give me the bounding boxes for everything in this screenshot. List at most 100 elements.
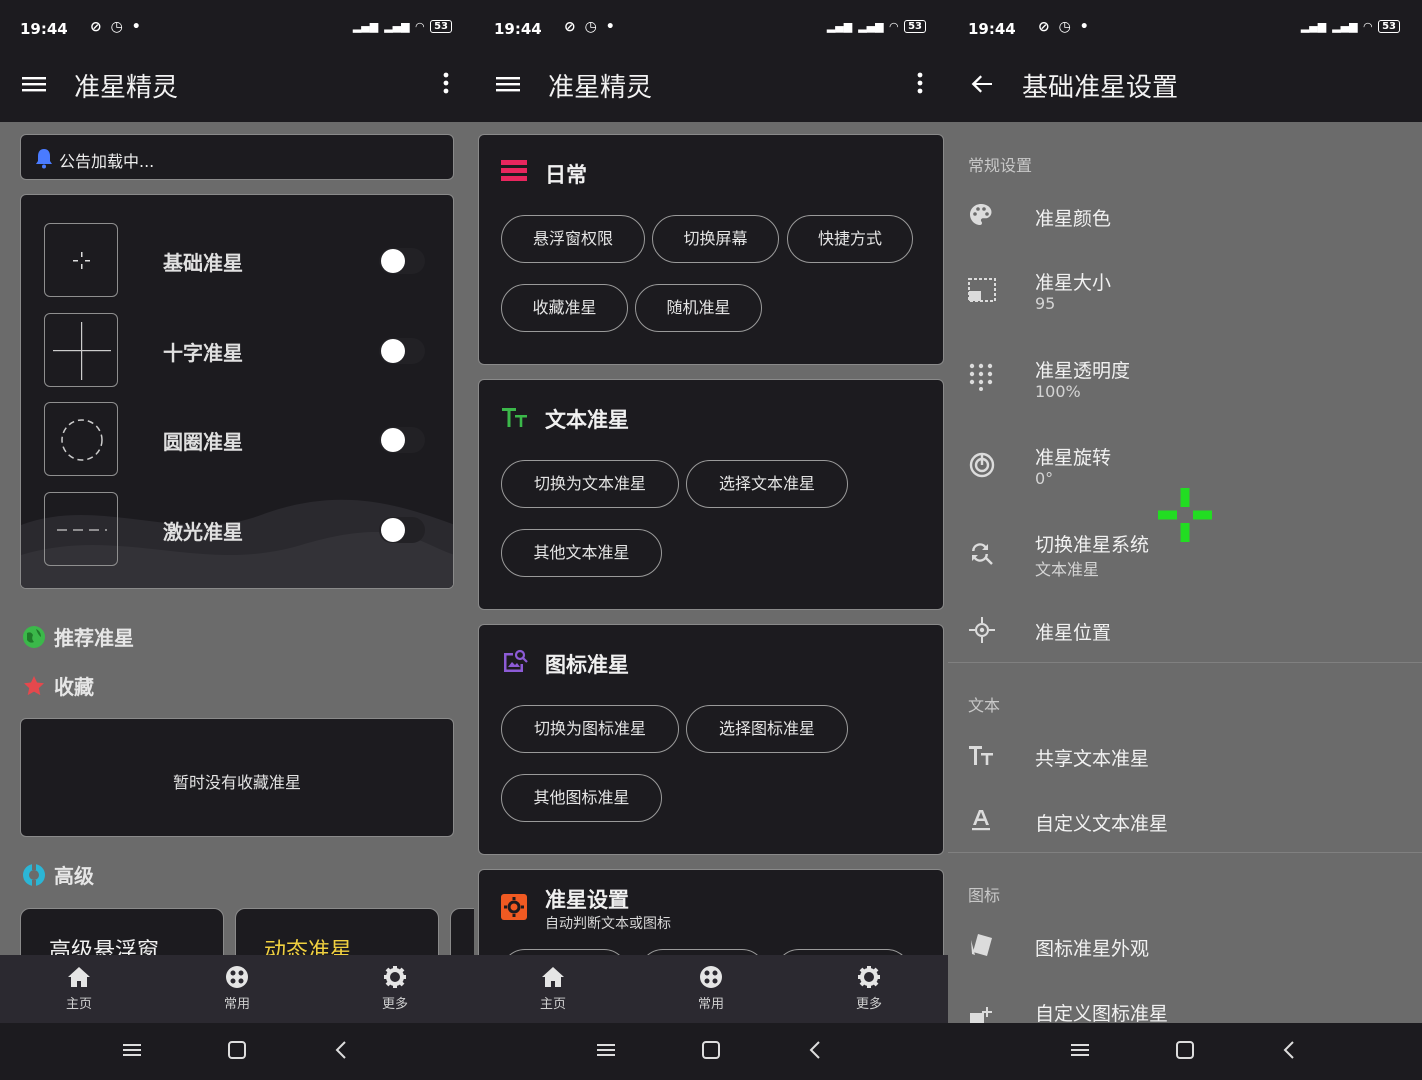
overlay-permission-chip[interactable]: 悬浮窗权限 xyxy=(501,215,645,263)
app-bar: 准星精灵 xyxy=(0,58,474,122)
category-text: 文本 xyxy=(968,696,1001,715)
switch-screen-chip[interactable]: 切换屏幕 xyxy=(652,215,779,263)
toggle-thumb xyxy=(381,428,405,452)
other-icon-aim-chip[interactable]: 其他图标准星 xyxy=(501,774,662,822)
globe-icon xyxy=(23,625,45,648)
aim-label: 基础准星 xyxy=(163,251,243,275)
pref-title: 准星颜色 xyxy=(1035,208,1112,230)
signal-icon: ▂▄▆ xyxy=(352,20,379,33)
icon-aim-card: 图标准星 切换为图标准星 选择图标准星 其他图标准星 xyxy=(478,624,944,855)
nav-label: 主页 xyxy=(539,997,566,1012)
notice-banner[interactable]: 公告加载中... xyxy=(20,134,454,180)
favorite-aim-chip[interactable]: 收藏准星 xyxy=(501,284,628,332)
menu-icon[interactable] xyxy=(20,70,48,98)
favorites-header: 收藏 xyxy=(22,671,94,700)
image-search-icon xyxy=(504,649,528,672)
pref-aim-size[interactable]: 准星大小 95 xyxy=(948,262,1422,328)
nav-home[interactable]: 主页 xyxy=(513,965,593,1012)
app-bar: 基础准星设置 xyxy=(948,58,1422,122)
recommended-label: 推荐准星 xyxy=(54,626,134,650)
recommended-header[interactable]: 推荐准星 xyxy=(22,622,134,651)
pref-summary: 0° xyxy=(1035,469,1054,488)
pref-aim-opacity[interactable]: 准星透明度 100% xyxy=(948,350,1422,416)
back-key-icon[interactable] xyxy=(1279,1039,1301,1061)
daily-card: 日常 悬浮窗权限 切换屏幕 快捷方式 收藏准星 随机准星 xyxy=(478,134,944,365)
settings-list: 常规设置 准星颜色 准星大小 95 准星透明度 100% 准星旋转 0° 切换准… xyxy=(948,122,1422,1025)
divider xyxy=(948,852,1422,853)
pref-title: 图标准星外观 xyxy=(1035,938,1150,960)
nav-home[interactable]: 主页 xyxy=(39,965,119,1012)
aim-row-circle[interactable]: 圆圈准星 xyxy=(21,402,453,490)
pref-summary: 文本准星 xyxy=(1035,560,1100,579)
app-title: 准星精灵 xyxy=(74,73,179,103)
pref-aim-position[interactable]: 准星位置 xyxy=(948,606,1422,654)
recents-icon[interactable] xyxy=(1069,1039,1091,1061)
back-key-icon[interactable] xyxy=(805,1039,827,1061)
bottom-navigation: 主页 常用 更多 xyxy=(474,955,948,1023)
aim-row-basic[interactable]: 基础准星 xyxy=(21,223,453,311)
recents-icon[interactable] xyxy=(121,1039,143,1061)
more-vert-icon[interactable] xyxy=(910,70,930,96)
select-text-aim-chip[interactable]: 选择文本准星 xyxy=(686,460,848,508)
status-bar: 19:44 ⊘ ◷ • ▂▄▆ ▂▄▆ ◠ 53 xyxy=(474,0,948,58)
aim-row-cross[interactable]: 十字准星 xyxy=(21,313,453,401)
back-key-icon[interactable] xyxy=(331,1039,353,1061)
aim-row-laser[interactable]: 激光准星 xyxy=(21,492,453,580)
category-general: 常规设置 xyxy=(968,156,1033,175)
laser-aim-toggle[interactable] xyxy=(379,517,425,543)
back-arrow-icon[interactable] xyxy=(968,70,996,98)
recents-icon[interactable] xyxy=(595,1039,617,1061)
pref-aim-color[interactable]: 准星颜色 xyxy=(948,192,1422,240)
card-title: 日常 xyxy=(545,163,587,187)
basic-aim-toggle[interactable] xyxy=(379,248,425,274)
card-title: 文本准星 xyxy=(545,408,629,432)
nav-label: 更多 xyxy=(855,997,882,1012)
wifi-icon: ◠ xyxy=(889,20,899,33)
overlay-crosshair-icon[interactable] xyxy=(1156,486,1214,544)
screen-title: 基础准星设置 xyxy=(1022,73,1179,103)
switch-text-aim-chip[interactable]: 切换为文本准星 xyxy=(501,460,679,508)
home-key-icon[interactable] xyxy=(226,1039,248,1061)
wifi-icon: ◠ xyxy=(1363,20,1373,33)
shortcut-chip[interactable]: 快捷方式 xyxy=(787,215,913,263)
more-vert-icon[interactable] xyxy=(436,70,456,96)
text-format-icon xyxy=(972,810,990,831)
circle-aim-toggle[interactable] xyxy=(379,427,425,453)
select-icon-aim-chip[interactable]: 选择图标准星 xyxy=(686,705,848,753)
nav-more[interactable]: 更多 xyxy=(829,965,909,1012)
cross-aim-toggle[interactable] xyxy=(379,338,425,364)
status-time: 19:44 xyxy=(494,20,542,38)
nav-common[interactable]: 常用 xyxy=(671,965,751,1012)
home-key-icon[interactable] xyxy=(700,1039,722,1061)
dashed-circle-icon xyxy=(61,419,103,461)
aim-label: 十字准星 xyxy=(163,341,243,365)
category-icon: 图标 xyxy=(968,886,1001,905)
toggle-thumb xyxy=(381,249,405,273)
pref-title: 切换准星系统 xyxy=(1035,534,1150,556)
cross-aim-preview xyxy=(44,313,118,387)
common-screen: 19:44 ⊘ ◷ • ▂▄▆ ▂▄▆ ◠ 53 准星精灵 日常 悬浮窗权限 切… xyxy=(474,0,948,1080)
crosshair-icon xyxy=(969,617,995,643)
pref-custom-text-aim[interactable]: 自定义文本准星 xyxy=(948,797,1422,845)
laser-aim-preview xyxy=(44,492,118,566)
other-text-aim-chip[interactable]: 其他文本准星 xyxy=(501,529,662,577)
cross-icon xyxy=(53,322,111,380)
switch-icon-aim-chip[interactable]: 切换为图标准星 xyxy=(501,705,679,753)
pref-title: 准星透明度 xyxy=(1035,360,1131,382)
laser-line-icon xyxy=(57,529,107,531)
settings-box-icon xyxy=(501,894,527,920)
status-time: 19:44 xyxy=(20,20,68,38)
random-aim-chip[interactable]: 随机准星 xyxy=(635,284,762,332)
system-nav xyxy=(948,1023,1422,1080)
app-title: 准星精灵 xyxy=(548,73,653,103)
nav-more[interactable]: 更多 xyxy=(355,965,435,1012)
toggle-thumb xyxy=(381,518,405,542)
pref-icon-aim-appearance[interactable]: 图标准星外观 xyxy=(948,922,1422,970)
nav-common[interactable]: 常用 xyxy=(197,965,277,1012)
advanced-header: 高级 xyxy=(22,860,94,889)
pref-share-text-aim[interactable]: 共享文本准星 xyxy=(948,732,1422,780)
home-key-icon[interactable] xyxy=(1174,1039,1196,1061)
toggle-thumb xyxy=(381,339,405,363)
menu-icon[interactable] xyxy=(494,70,522,98)
bottom-navigation: 主页 常用 更多 xyxy=(0,955,474,1023)
